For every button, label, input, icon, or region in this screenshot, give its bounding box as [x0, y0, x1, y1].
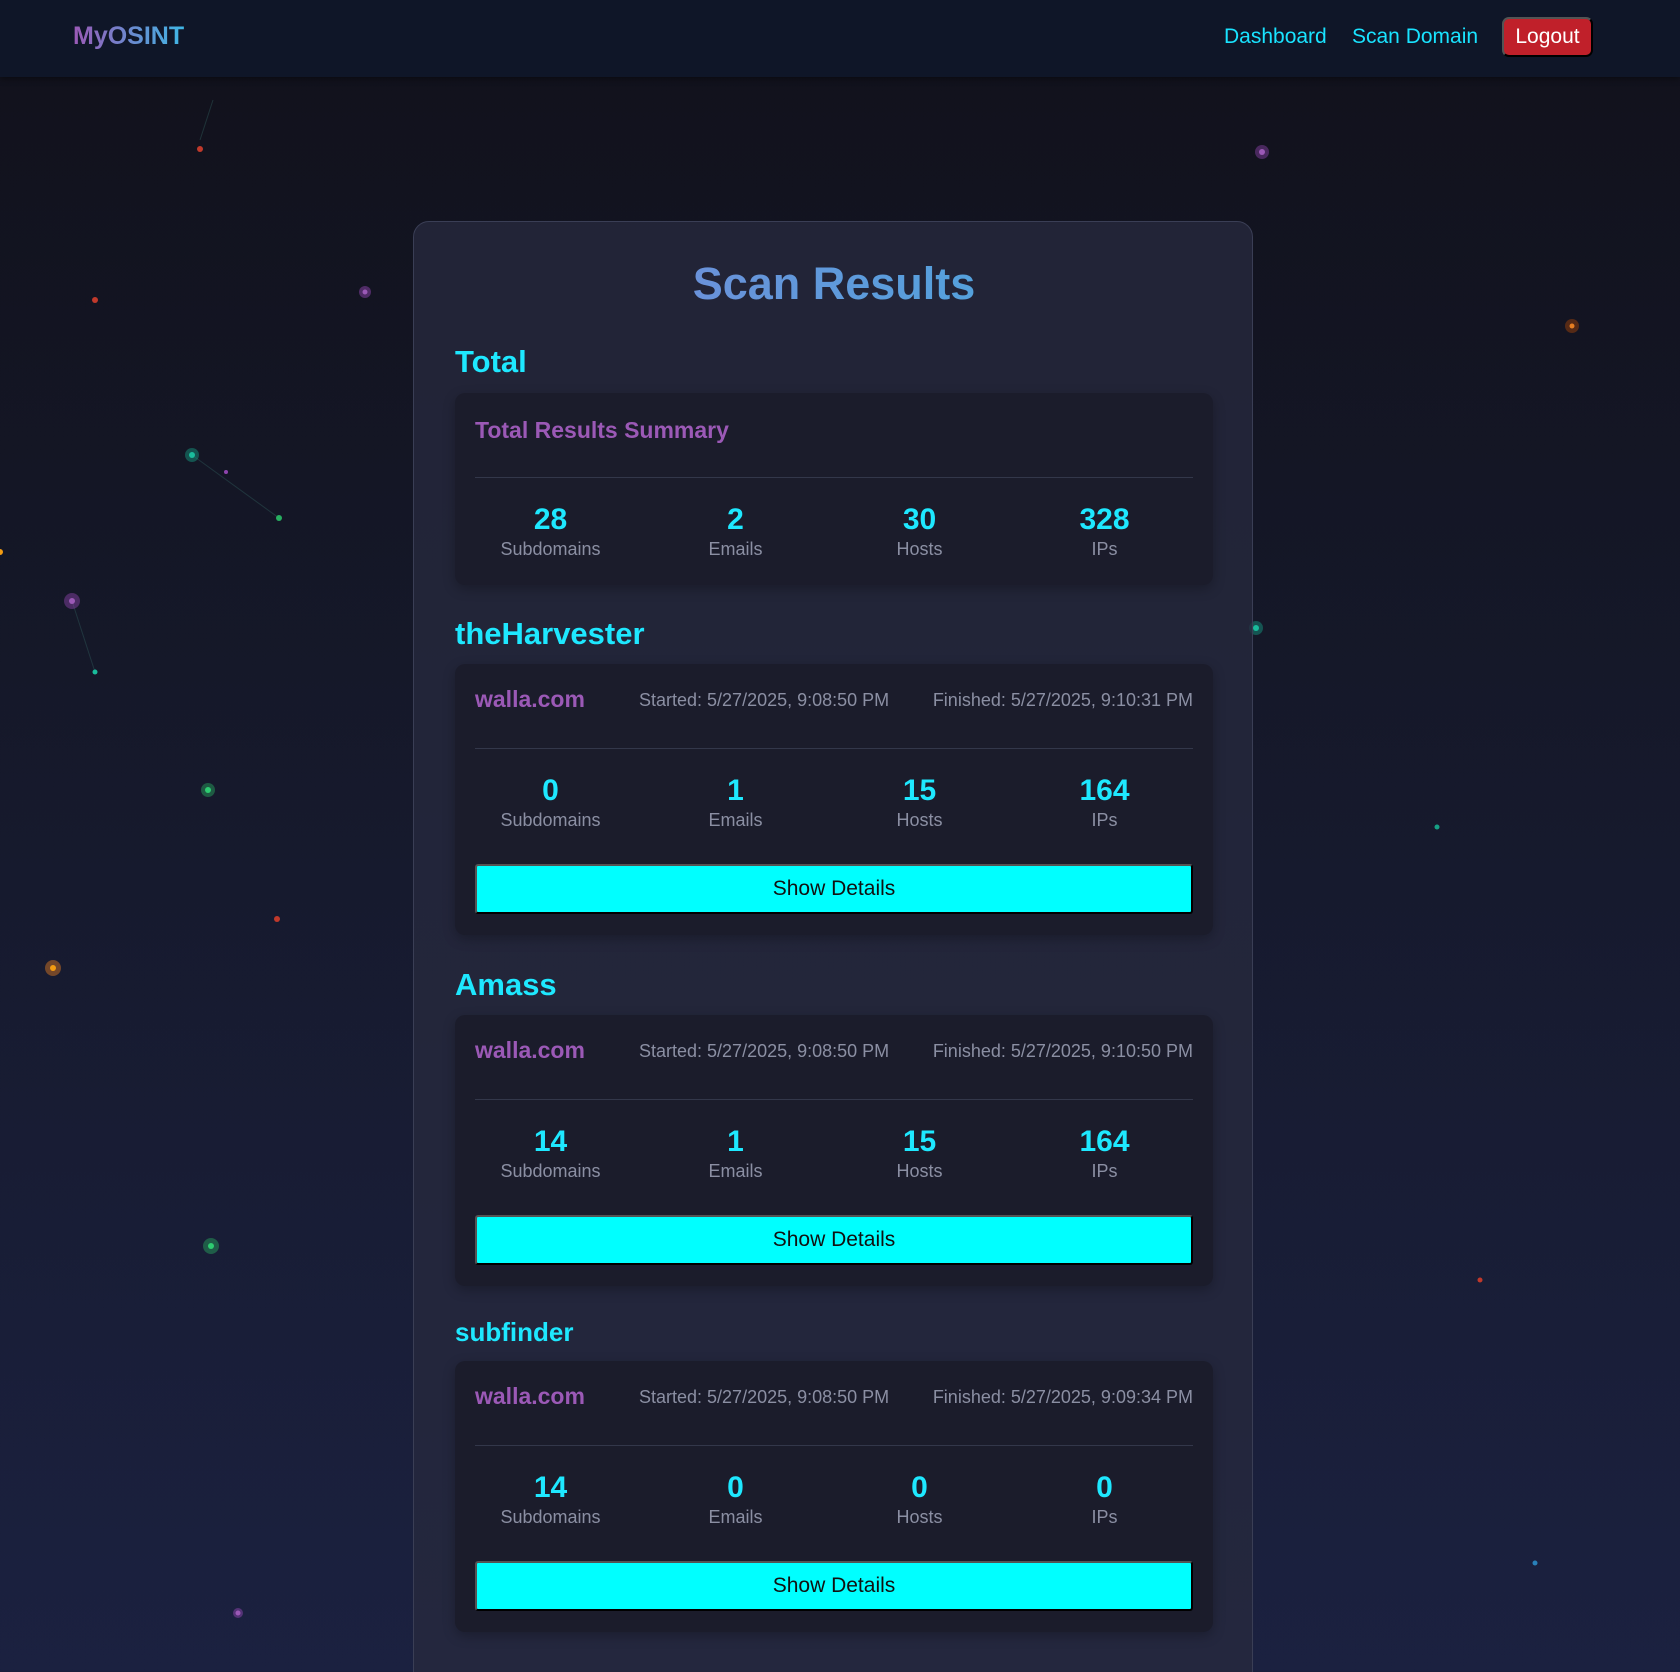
card-divider	[475, 1099, 1193, 1100]
stat-ips: 164 IPs	[1012, 774, 1197, 831]
stat-label: Emails	[708, 1161, 763, 1181]
stat-value: 28	[533, 503, 568, 536]
nav-link-scan-domain[interactable]: Scan Domain	[1352, 25, 1478, 49]
show-details-button[interactable]: Show Details	[475, 1215, 1193, 1265]
stat-label: IPs	[1091, 810, 1118, 830]
stat-label: Subdomains	[500, 1161, 601, 1181]
top-navbar: MyOSINT Dashboard Scan Domain Logout	[0, 0, 1680, 77]
stat-emails: 1 Emails	[643, 1125, 828, 1182]
tool-card-subfinder: walla.com Started: 5/27/2025, 9:08:50 PM…	[455, 1361, 1213, 1632]
scan-domain: walla.com	[475, 686, 585, 712]
section-heading-theharvester: theHarvester	[455, 616, 645, 651]
stat-emails: 0 Emails	[643, 1471, 828, 1528]
summary-title: Total Results Summary	[475, 417, 729, 443]
stat-label: Subdomains	[500, 810, 601, 830]
stat-value: 0	[911, 1471, 928, 1504]
stat-value: 2	[727, 503, 744, 536]
scan-finished-time: Finished: 5/27/2025, 9:10:31 PM	[932, 690, 1193, 710]
stat-value: 164	[1079, 1125, 1130, 1158]
stat-value: 1	[727, 1125, 744, 1158]
stat-value: 164	[1079, 774, 1130, 807]
stat-label: Hosts	[896, 1507, 943, 1527]
stat-label: Subdomains	[500, 539, 601, 559]
section-heading-total: Total	[455, 344, 527, 379]
stat-value: 1	[727, 774, 744, 807]
section-heading-subfinder: subfinder	[455, 1317, 574, 1347]
scan-started-time: Started: 5/27/2025, 9:08:50 PM	[639, 1387, 890, 1407]
stat-value: 0	[542, 774, 559, 807]
stat-emails: 1 Emails	[643, 774, 828, 831]
logout-button[interactable]: Logout	[1502, 17, 1593, 57]
stat-ips: 164 IPs	[1012, 1125, 1197, 1182]
show-details-button[interactable]: Show Details	[475, 1561, 1193, 1611]
stat-label: IPs	[1091, 539, 1118, 559]
stat-hosts: 15 Hosts	[827, 1125, 1012, 1182]
tool-card-amass: walla.com Started: 5/27/2025, 9:08:50 PM…	[455, 1015, 1213, 1286]
stat-ips: 328 IPs	[1012, 503, 1197, 560]
scan-started-time: Started: 5/27/2025, 9:08:50 PM	[639, 690, 890, 710]
stat-label: Emails	[708, 539, 763, 559]
stat-ips: 0 IPs	[1012, 1471, 1197, 1528]
stat-subdomains: 0 Subdomains	[458, 774, 643, 831]
section-heading-amass: Amass	[455, 967, 557, 1002]
total-summary-card: Total Results Summary 28 Subdomains 2 Em…	[455, 393, 1213, 585]
card-divider	[475, 748, 1193, 749]
stat-value: 30	[902, 503, 937, 536]
card-divider	[475, 477, 1193, 478]
particle-links	[71, 99, 280, 673]
scan-finished-time: Finished: 5/27/2025, 9:10:50 PM	[932, 1041, 1193, 1061]
scan-domain: walla.com	[475, 1037, 585, 1063]
stat-label: Hosts	[896, 810, 943, 830]
scan-results-panel: Scan Results Total Total Results Summary…	[413, 221, 1253, 1672]
stat-subdomains: 28 Subdomains	[458, 503, 643, 560]
stat-label: Hosts	[896, 1161, 943, 1181]
stat-label: Subdomains	[500, 1507, 601, 1527]
page-title: Scan Results	[414, 258, 1254, 310]
stat-value: 14	[533, 1125, 568, 1158]
stat-value: 15	[902, 1125, 937, 1158]
brand-logo[interactable]: MyOSINT	[73, 22, 184, 51]
stat-label: IPs	[1091, 1507, 1118, 1527]
stat-value: 0	[727, 1471, 744, 1504]
stat-hosts: 15 Hosts	[827, 774, 1012, 831]
stat-label: Hosts	[896, 539, 943, 559]
stat-subdomains: 14 Subdomains	[458, 1471, 643, 1528]
nav-link-dashboard[interactable]: Dashboard	[1224, 25, 1327, 49]
stat-value: 14	[533, 1471, 568, 1504]
stat-value: 328	[1079, 503, 1130, 536]
show-details-button[interactable]: Show Details	[475, 864, 1193, 914]
stat-label: IPs	[1091, 1161, 1118, 1181]
stat-emails: 2 Emails	[643, 503, 828, 560]
scan-finished-time: Finished: 5/27/2025, 9:09:34 PM	[932, 1387, 1193, 1407]
stat-label: Emails	[708, 1507, 763, 1527]
stat-hosts: 30 Hosts	[827, 503, 1012, 560]
card-divider	[475, 1445, 1193, 1446]
stat-subdomains: 14 Subdomains	[458, 1125, 643, 1182]
stat-value: 15	[902, 774, 937, 807]
stat-label: Emails	[708, 810, 763, 830]
stat-value: 0	[1096, 1471, 1113, 1504]
stat-hosts: 0 Hosts	[827, 1471, 1012, 1528]
tool-card-theharvester: walla.com Started: 5/27/2025, 9:08:50 PM…	[455, 664, 1213, 935]
scan-domain: walla.com	[475, 1383, 585, 1409]
scan-started-time: Started: 5/27/2025, 9:08:50 PM	[639, 1041, 890, 1061]
